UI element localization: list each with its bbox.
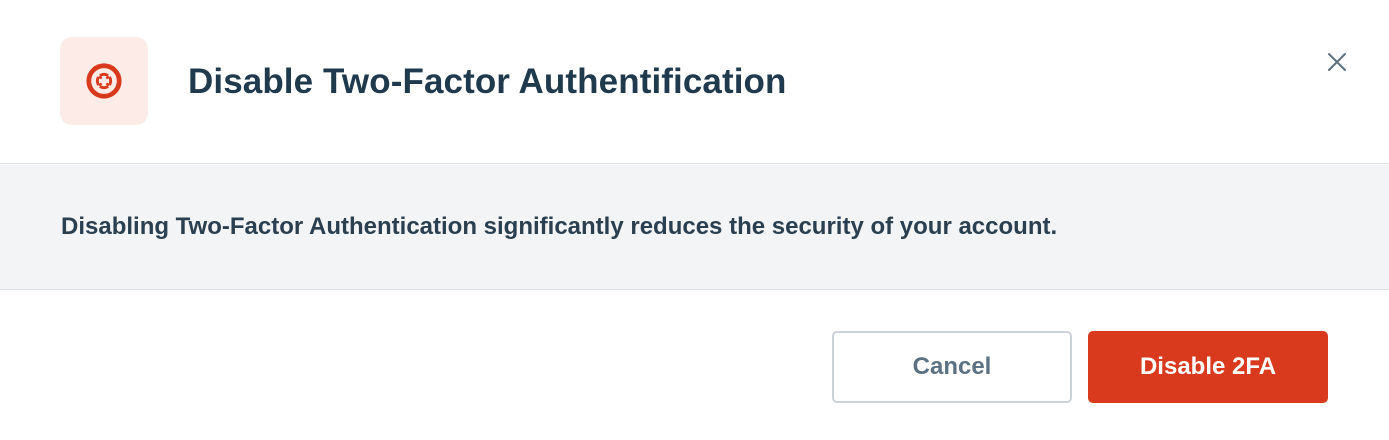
- lifebuoy-icon: [86, 63, 122, 99]
- dialog-footer: Cancel Disable 2FA: [0, 291, 1389, 440]
- disable-2fa-button[interactable]: Disable 2FA: [1088, 331, 1328, 403]
- dialog-body: Disabling Two-Factor Authentication sign…: [0, 165, 1389, 290]
- disable-2fa-dialog: Disable Two-Factor Authentification Disa…: [0, 0, 1389, 440]
- dialog-title: Disable Two-Factor Authentification: [188, 62, 787, 101]
- cancel-button[interactable]: Cancel: [832, 331, 1072, 403]
- close-button[interactable]: [1322, 47, 1352, 77]
- close-icon: [1328, 53, 1346, 71]
- dialog-icon-tile: [60, 37, 148, 125]
- dialog-message: Disabling Two-Factor Authentication sign…: [61, 213, 1058, 240]
- dialog-header: Disable Two-Factor Authentification: [0, 0, 1389, 164]
